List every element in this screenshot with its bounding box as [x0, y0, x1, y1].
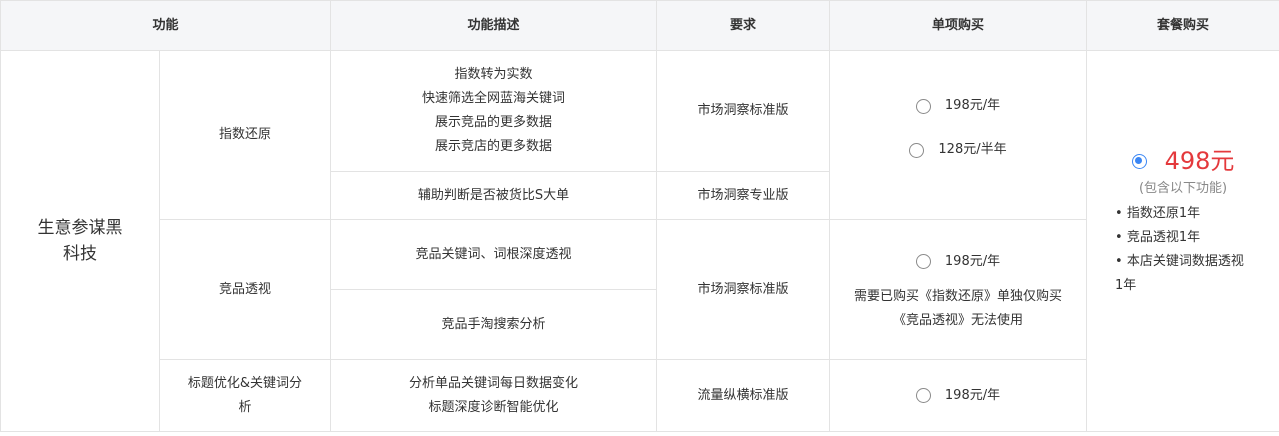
option-label: 198元/年: [944, 387, 1001, 403]
desc-line: 标题深度诊断智能优化: [428, 399, 559, 415]
list-item: • 指数还原1年: [1115, 206, 1201, 221]
pricing-table: 功能 功能描述 要求 单项购买 套餐购买 生意参谋黑科技 指数还原 指数转为实数…: [0, 0, 1279, 432]
list-item: • 本店关键词数据透视1年: [1115, 254, 1244, 293]
option-competitor-insight-year[interactable]: 198元/年: [830, 247, 1086, 277]
package-purchase: 498元 (包含以下功能) • 指数还原1年 • 竞品透视1年 • 本店关键词数…: [1086, 50, 1279, 432]
header-requirement: 要求: [656, 0, 831, 51]
requirement-title-optimization: 流量纵横标准版: [656, 359, 831, 432]
desc-index-restore-sub: 辅助判断是否被货比S大单: [330, 171, 658, 220]
option-label: 198元/年: [944, 253, 1001, 269]
option-title-optimization-year[interactable]: 198元/年: [830, 381, 1086, 411]
option-index-restore-half-year[interactable]: 128元/半年: [830, 135, 1086, 165]
header-row: 功能 功能描述 要求 单项购买 套餐购买: [0, 0, 1279, 51]
requirement-index-restore: 市场洞察标准版: [656, 50, 831, 172]
requirement-index-restore-sub: 市场洞察专业版: [656, 171, 831, 220]
header-description: 功能描述: [330, 0, 658, 51]
header-feature: 功能: [0, 0, 332, 51]
desc-line: 分析单品关键词每日数据变化: [409, 375, 579, 391]
requirement-competitor-insight: 市场洞察标准版: [656, 219, 831, 360]
feature-title-optimization: 标题优化&关键词分析: [158, 359, 332, 432]
radio-icon[interactable]: [915, 254, 931, 269]
competitor-insight-note: 需要已购买《指数还原》单独仅购买《竞品透视》无法使用: [854, 288, 1063, 328]
option-label: 128元/半年: [938, 142, 1007, 157]
product-name-text: 生意参谋黑科技: [37, 218, 123, 264]
package-option[interactable]: 498元: [1087, 144, 1279, 178]
radio-icon[interactable]: [915, 388, 931, 403]
desc-index-restore: 指数转为实数 快速筛选全网蓝海关键词 展示竞品的更多数据 展示竞店的更多数据: [330, 50, 658, 172]
single-purchase-index-restore: 198元/年 128元/半年: [829, 50, 1088, 220]
package-feature-list: • 指数还原1年 • 竞品透视1年 • 本店关键词数据透视1年: [1087, 202, 1279, 298]
feature-competitor-insight: 竞品透视: [158, 219, 332, 360]
list-item: • 竞品透视1年: [1115, 230, 1201, 245]
radio-icon[interactable]: [909, 142, 925, 158]
desc-line: 展示竞品的更多数据: [435, 115, 553, 130]
desc-competitor-insight-1: 竞品关键词、词根深度透视: [330, 219, 658, 290]
package-note: (包含以下功能): [1138, 181, 1228, 196]
product-name: 生意参谋黑科技: [0, 50, 160, 432]
desc-line: 快速筛选全网蓝海关键词: [422, 91, 566, 106]
header-single-purchase: 单项购买: [829, 0, 1088, 51]
option-label: 198元/年: [944, 98, 1001, 113]
single-purchase-title-optimization: 198元/年: [829, 359, 1088, 432]
desc-line: 指数转为实数: [454, 67, 533, 82]
single-purchase-competitor-insight: 198元/年 需要已购买《指数还原》单独仅购买《竞品透视》无法使用: [829, 219, 1088, 360]
desc-line: 展示竞店的更多数据: [435, 139, 553, 154]
desc-competitor-insight-2: 竞品手淘搜索分析: [330, 289, 658, 360]
feature-index-restore: 指数还原: [158, 50, 332, 220]
option-index-restore-year[interactable]: 198元/年: [830, 91, 1086, 121]
header-package-purchase: 套餐购买: [1086, 0, 1279, 51]
radio-selected-icon[interactable]: [1131, 153, 1147, 169]
radio-icon[interactable]: [915, 98, 931, 114]
feature-title-optimization-text: 标题优化&关键词分析: [187, 375, 303, 415]
desc-title-optimization: 分析单品关键词每日数据变化 标题深度诊断智能优化: [330, 359, 658, 432]
table-row: 生意参谋黑科技 指数还原 指数转为实数 快速筛选全网蓝海关键词 展示竞品的更多数…: [0, 50, 1279, 432]
package-price: 498元: [1164, 147, 1235, 175]
